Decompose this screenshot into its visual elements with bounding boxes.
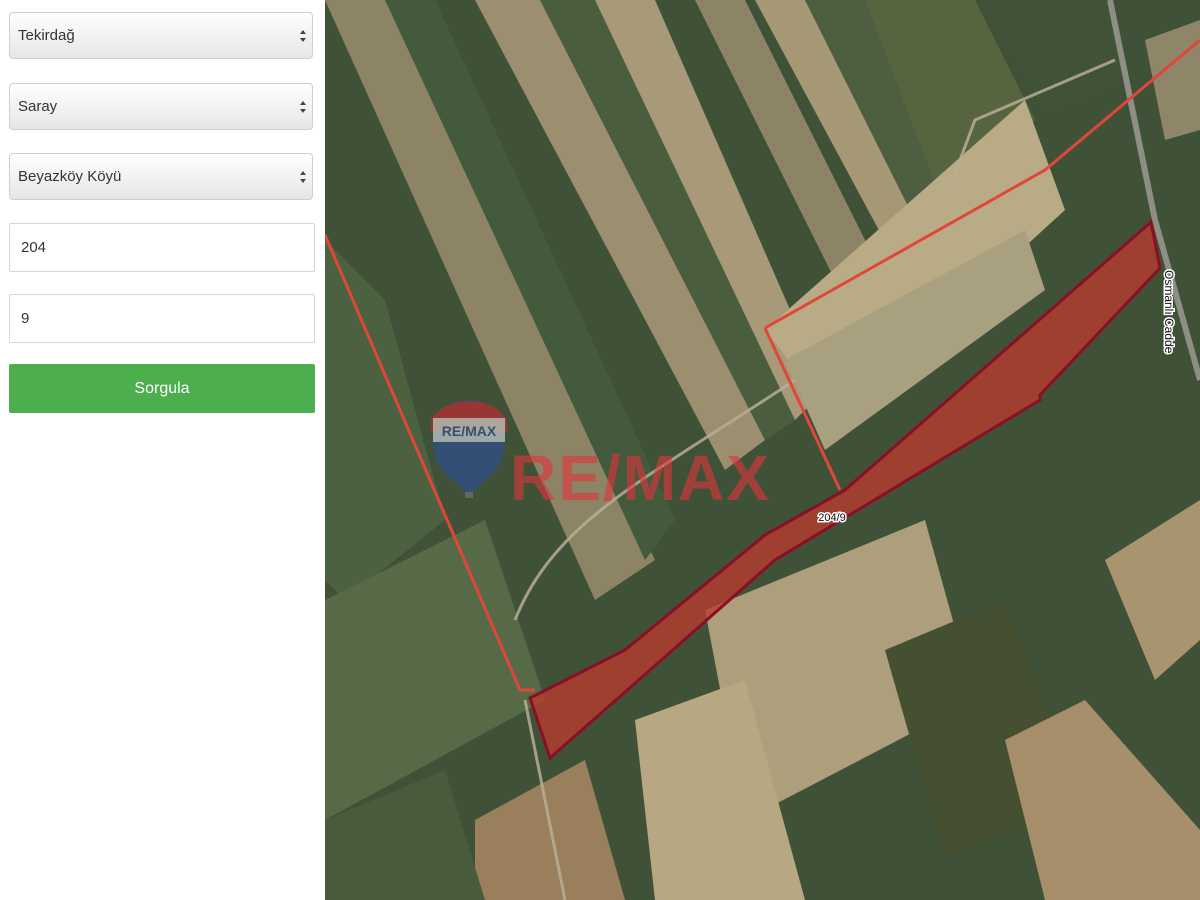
neighborhood-select-value: Beyazköy Köyü [18, 168, 122, 185]
province-select[interactable]: Tekirdağ [9, 12, 313, 59]
map-canvas: 204/9 Osmanlı Cadde RE/MAX RE/MAX [325, 0, 1200, 900]
district-select[interactable]: Saray [9, 83, 313, 130]
street-label: Osmanlı Cadde [1162, 270, 1176, 354]
parcel-number-input[interactable]: 9 [9, 294, 315, 343]
province-select-value: Tekirdağ [18, 27, 75, 44]
satellite-map[interactable]: 204/9 Osmanlı Cadde RE/MAX RE/MAX [325, 0, 1200, 900]
query-button[interactable]: Sorgula [9, 364, 315, 413]
balloon-text: RE/MAX [442, 423, 497, 439]
select-arrows-icon [300, 101, 306, 113]
parcel-number-value: 9 [21, 310, 30, 327]
parcel-label: 204/9 [818, 512, 846, 524]
select-arrows-icon [300, 171, 306, 183]
neighborhood-select[interactable]: Beyazköy Köyü [9, 153, 313, 200]
block-number-input[interactable]: 204 [9, 223, 315, 272]
district-select-value: Saray [18, 98, 58, 115]
query-sidebar: Tekirdağ Saray Beyazköy Köyü 204 9 Sorgu… [0, 0, 325, 900]
block-number-value: 204 [21, 239, 47, 256]
remax-watermark-text: RE/MAX [510, 442, 771, 514]
select-arrows-icon [300, 30, 306, 42]
